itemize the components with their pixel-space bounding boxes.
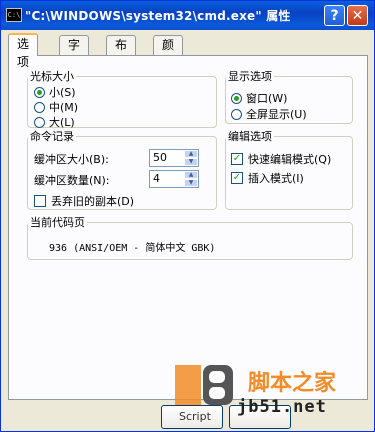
- spin-up-icon[interactable]: ▲: [184, 171, 198, 179]
- jb51-logo: [175, 365, 233, 405]
- spin-down-icon[interactable]: ▼: [184, 158, 198, 166]
- insert-mode-checkbox[interactable]: ✓ 插入模式(I): [231, 170, 304, 186]
- buffer-count-spinner[interactable]: 4 ▲ ▼: [149, 170, 199, 188]
- title-bar[interactable]: C:\ "C:\WINDOWS\system32\cmd.exe" 属性 ? ✕: [1, 1, 374, 30]
- code-page-legend: 当前代码页: [30, 216, 85, 229]
- buffer-size-label: 缓冲区大小(B):: [34, 153, 109, 166]
- cursor-small-radio[interactable]: 小(S): [34, 84, 76, 100]
- cursor-small-label: 小(S): [49, 86, 76, 99]
- edit-options-group: 编辑选项: [225, 128, 353, 210]
- code-page-value: 936 (ANSI/OEM - 简体中文 GBK): [49, 243, 216, 254]
- display-options-legend: 显示选项: [228, 70, 272, 83]
- spin-down-icon[interactable]: ▼: [184, 179, 198, 187]
- tab-font[interactable]: 字体: [59, 35, 90, 70]
- edit-options-legend: 编辑选项: [228, 130, 272, 143]
- help-button[interactable]: ?: [324, 5, 345, 26]
- discard-duplicates-label: 丢弃旧的副本(D): [51, 195, 135, 208]
- fullscreen-radio[interactable]: 全屏显示(U): [231, 106, 307, 122]
- discard-duplicates-checkbox[interactable]: 丢弃旧的副本(D): [34, 193, 134, 209]
- watermark-site-name: 脚本之家: [248, 371, 337, 396]
- quick-edit-label: 快速编辑模式(Q): [248, 153, 332, 166]
- window-title: "C:\WINDOWS\system32\cmd.exe" 属性: [25, 9, 291, 23]
- tab-layout[interactable]: 布局: [106, 35, 137, 70]
- window-mode-radio[interactable]: 窗口(W): [231, 90, 287, 106]
- fullscreen-label: 全屏显示(U): [246, 108, 307, 121]
- watermark-url: jb51.net: [237, 397, 327, 417]
- cursor-medium-radio[interactable]: 中(M): [34, 99, 78, 115]
- tab-colors[interactable]: 颜色: [153, 35, 184, 70]
- console-app-icon[interactable]: C:\: [6, 8, 22, 22]
- tab-options[interactable]: 选项: [8, 33, 39, 69]
- options-panel: 光标大小 小(S) 中(M) 大(L) 显示选项 窗口(W) 全屏显示(U) 命…: [8, 55, 368, 400]
- checkbox-empty-icon: [34, 195, 46, 207]
- spin-up-icon[interactable]: ▲: [184, 150, 198, 158]
- quick-edit-checkbox[interactable]: ✓ 快速编辑模式(Q): [231, 151, 331, 167]
- checkmark-icon: ✓: [231, 172, 243, 184]
- buffer-count-label: 缓冲区数量(N):: [34, 174, 110, 187]
- radio-icon: [34, 116, 45, 128]
- radio-selected-icon: [231, 92, 242, 104]
- properties-window: C:\ "C:\WINDOWS\system32\cmd.exe" 属性 ? ✕…: [0, 0, 375, 432]
- buffer-size-value[interactable]: 50: [153, 151, 167, 164]
- buffer-count-value[interactable]: 4: [153, 172, 160, 185]
- cursor-size-legend: 光标大小: [30, 70, 74, 83]
- cursor-medium-label: 中(M): [49, 101, 79, 114]
- radio-selected-icon: [34, 86, 45, 98]
- buffer-size-spinner[interactable]: 50 ▲ ▼: [149, 149, 199, 167]
- window-mode-label: 窗口(W): [246, 92, 288, 105]
- insert-mode-label: 插入模式(I): [248, 172, 304, 185]
- checkmark-icon: ✓: [231, 153, 243, 165]
- watermark-script: Script: [179, 410, 211, 423]
- close-button[interactable]: ✕: [347, 5, 368, 26]
- radio-icon: [34, 101, 45, 113]
- radio-icon: [231, 108, 242, 120]
- command-history-legend: 命令记录: [30, 130, 74, 143]
